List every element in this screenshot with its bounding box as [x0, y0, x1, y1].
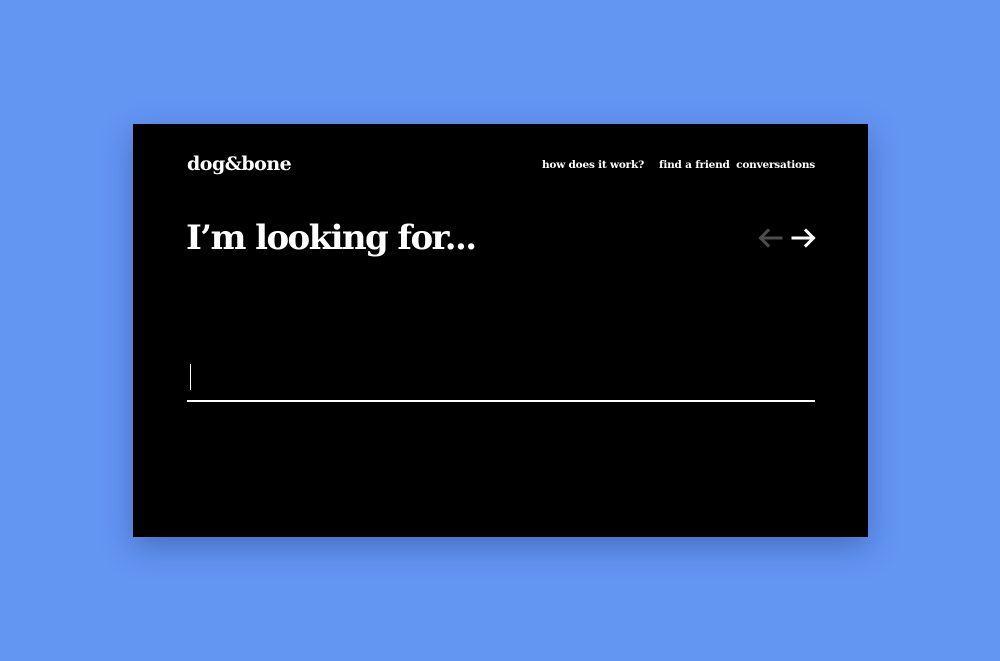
previous-button[interactable]: [757, 227, 783, 249]
nav-link-conversations[interactable]: conversations: [736, 157, 815, 173]
text-cursor: [190, 364, 191, 390]
nav-link-find-a-friend[interactable]: find a friend: [659, 157, 730, 173]
looking-for-input[interactable]: [187, 354, 815, 402]
search-field-wrapper: [187, 354, 815, 404]
brand-logo[interactable]: dog&bone: [187, 150, 292, 178]
nav-link-how-it-works[interactable]: how does it work?: [542, 157, 644, 173]
app-window: dog&bone how does it work? find a friend…: [133, 124, 868, 537]
next-button[interactable]: [791, 227, 817, 249]
arrow-right-icon: [791, 228, 816, 248]
arrow-left-icon: [758, 228, 783, 248]
page-headline: I’m looking for...: [186, 218, 477, 258]
